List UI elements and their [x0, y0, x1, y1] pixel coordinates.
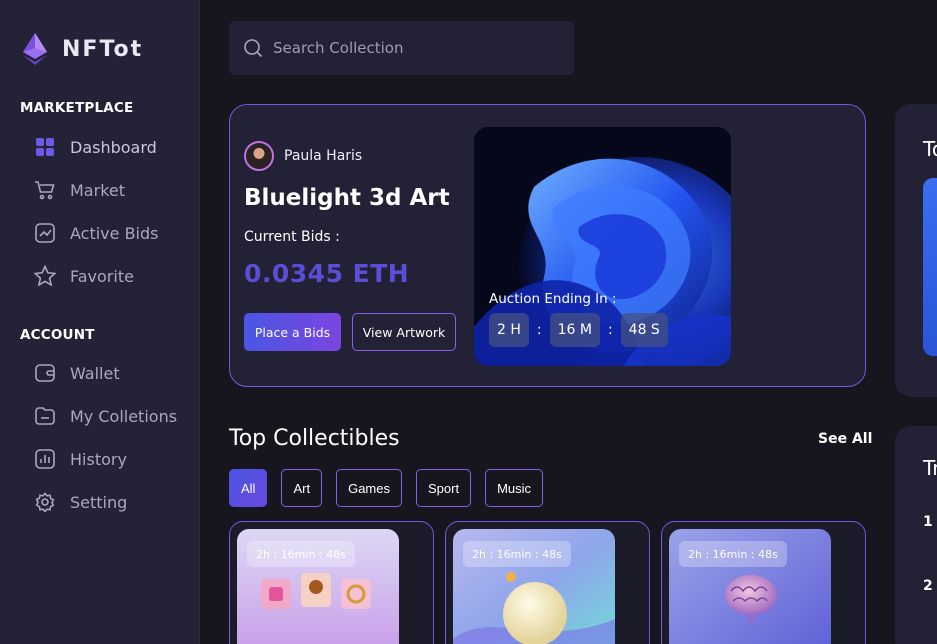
filter-chips: All Art Games Sport Music: [229, 469, 544, 507]
timer-seconds: 48 S: [620, 313, 668, 347]
avatar: [244, 141, 274, 171]
panel-title: Tr: [923, 456, 937, 480]
rank-number: 1: [923, 514, 933, 530]
trending-panel-right: Tr 1 2: [895, 426, 937, 644]
featured-nft-card: Paula Haris Bluelight 3d Art Current Bid…: [229, 104, 866, 387]
filter-chip-art[interactable]: Art: [281, 469, 323, 507]
sidebar-item-my-collections[interactable]: My Colletions: [34, 404, 177, 428]
card-timer: 2h : 16min : 48s: [247, 541, 355, 567]
collectible-image: 2h : 16min : 48s: [669, 529, 831, 644]
sidebar-item-label: Active Bids: [70, 223, 159, 243]
wallet-icon: [34, 362, 56, 384]
auction-ending-label: Auction Ending In :: [489, 291, 617, 307]
logo[interactable]: NFTot: [20, 32, 143, 66]
timer-minutes: 16 M: [549, 313, 600, 347]
folder-icon: [34, 405, 56, 427]
filter-chip-all[interactable]: All: [229, 469, 268, 507]
rank-number: 2: [923, 578, 933, 594]
nft-artwork-image[interactable]: Auction Ending In : 2 H : 16 M : 48 S: [474, 127, 731, 366]
card-timer: 2h : 16min : 48s: [463, 541, 571, 567]
timer-separator: :: [607, 322, 613, 338]
sidebar-item-active-bids[interactable]: Active Bids: [34, 221, 159, 245]
section-title-marketplace: MARKETPLACE: [20, 100, 134, 116]
sidebar-item-dashboard[interactable]: Dashboard: [34, 135, 157, 159]
sidebar-item-label: Favorite: [70, 266, 134, 286]
nft-title: Bluelight 3d Art: [244, 185, 450, 211]
sidebar-item-label: My Colletions: [70, 406, 178, 426]
timer-separator: :: [536, 322, 542, 338]
ethereum-logo-icon: [23, 33, 47, 65]
current-bids-label: Current Bids :: [244, 229, 340, 245]
card-timer: 2h : 16min : 48s: [679, 541, 787, 567]
filter-chip-music[interactable]: Music: [485, 469, 544, 507]
sidebar-item-history[interactable]: History: [34, 447, 127, 471]
collectible-image: 2h : 16min : 48s: [453, 529, 615, 644]
top-collectibles-title: Top Collectibles: [229, 426, 400, 451]
app-root: NFTot MARKETPLACE Dashboard Market Activ…: [0, 0, 937, 644]
filter-chip-games[interactable]: Games: [336, 469, 402, 507]
sidebar-item-setting[interactable]: Setting: [34, 490, 127, 514]
filter-chip-sport[interactable]: Sport: [415, 469, 472, 507]
see-all-link[interactable]: See All: [818, 431, 872, 447]
collectible-card[interactable]: 2h : 16min : 48s: [229, 521, 434, 644]
star-icon: [34, 265, 56, 287]
auction-timer: 2 H : 16 M : 48 S: [489, 313, 668, 347]
sidebar-item-favorite[interactable]: Favorite: [34, 264, 134, 288]
view-artwork-button[interactable]: View Artwork: [352, 313, 456, 351]
timer-hours: 2 H: [489, 313, 529, 347]
sidebar: NFTot MARKETPLACE Dashboard Market Activ…: [0, 0, 200, 644]
grid-icon: [34, 136, 56, 158]
sidebar-item-market[interactable]: Market: [34, 178, 125, 202]
search-bar: [229, 21, 574, 75]
app-name: NFTot: [62, 36, 144, 62]
creator-name: Paula Haris: [284, 148, 363, 164]
chart-icon: [34, 222, 56, 244]
collectible-card[interactable]: 2h : 16min : 48s: [661, 521, 866, 644]
place-bid-button[interactable]: Place a Bids: [244, 313, 341, 351]
collectible-image: 2h : 16min : 48s: [237, 529, 399, 644]
panel-title: To: [923, 137, 937, 161]
sidebar-item-label: Wallet: [70, 363, 120, 383]
sidebar-item-label: History: [70, 449, 127, 469]
panel-image[interactable]: [923, 178, 937, 356]
sidebar-item-label: Setting: [70, 492, 128, 512]
sidebar-item-label: Market: [70, 180, 125, 200]
collectible-card[interactable]: 2h : 16min : 48s: [445, 521, 650, 644]
gear-icon: [34, 491, 56, 513]
section-title-account: ACCOUNT: [20, 327, 95, 343]
sidebar-item-wallet[interactable]: Wallet: [34, 361, 120, 385]
search-icon: [244, 39, 263, 58]
current-bids-value: 0.0345 ETH: [244, 259, 410, 288]
search-input[interactable]: [273, 39, 563, 57]
top-panel-right: To: [895, 104, 937, 397]
creator[interactable]: Paula Haris: [244, 141, 362, 171]
sidebar-item-label: Dashboard: [70, 137, 157, 157]
cart-icon: [34, 179, 56, 201]
bar-chart-icon: [34, 448, 56, 470]
